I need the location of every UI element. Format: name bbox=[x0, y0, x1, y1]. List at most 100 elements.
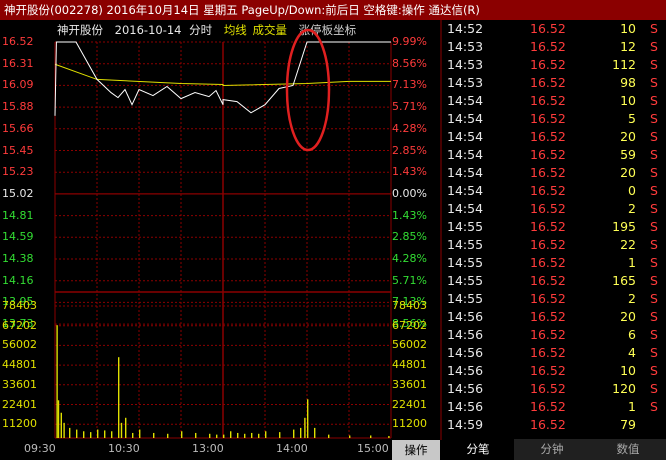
price-tick-label: 15.66 bbox=[2, 121, 34, 135]
trade-side: S bbox=[650, 255, 658, 270]
time-tick-label: 13:00 bbox=[192, 442, 224, 455]
percent-tick-label: 1.43% bbox=[392, 165, 427, 179]
trade-row[interactable]: 14:53 16.52 112 S bbox=[442, 56, 666, 74]
trade-volume: 20 bbox=[620, 309, 636, 324]
volume-bar bbox=[244, 433, 246, 438]
trade-row[interactable]: 14:54 16.52 5 S bbox=[442, 110, 666, 128]
trade-price: 16.52 bbox=[530, 165, 566, 180]
volume-bar bbox=[388, 435, 390, 438]
price-tick-label: 14.59 bbox=[2, 230, 34, 244]
trade-time: 14:55 bbox=[447, 237, 484, 252]
trade-time: 14:56 bbox=[447, 345, 484, 360]
percent-tick-label: 7.13% bbox=[392, 78, 427, 92]
trade-time: 14:55 bbox=[447, 273, 484, 288]
trade-time: 14:54 bbox=[447, 165, 484, 180]
trade-price: 16.52 bbox=[530, 345, 566, 360]
trade-row[interactable]: 14:55 16.52 22 S bbox=[442, 236, 666, 254]
trade-volume: 165 bbox=[612, 273, 636, 288]
trade-row[interactable]: 14:56 16.52 4 S bbox=[442, 344, 666, 362]
trade-volume: 10 bbox=[620, 363, 636, 378]
trade-row[interactable]: 14:54 16.52 59 S bbox=[442, 146, 666, 164]
trade-side: S bbox=[650, 93, 658, 108]
trade-row[interactable]: 14:56 16.52 120 S bbox=[442, 380, 666, 398]
volume-bar bbox=[69, 427, 71, 438]
volume-bar bbox=[314, 427, 316, 438]
trade-row[interactable]: 14:56 16.52 6 S bbox=[442, 326, 666, 344]
trade-price: 16.52 bbox=[530, 129, 566, 144]
tab-minute[interactable]: 分钟 bbox=[514, 439, 590, 460]
trade-row[interactable]: 14:59 16.52 79 bbox=[442, 416, 666, 434]
trade-volume: 20 bbox=[620, 165, 636, 180]
trade-side: S bbox=[650, 201, 658, 216]
trade-price: 16.52 bbox=[530, 327, 566, 342]
trade-time: 14:54 bbox=[447, 201, 484, 216]
trade-row[interactable]: 14:55 16.52 195 S bbox=[442, 218, 666, 236]
trade-volume: 4 bbox=[628, 345, 636, 360]
trade-row[interactable]: 14:53 16.52 12 S bbox=[442, 38, 666, 56]
trade-time: 14:53 bbox=[447, 75, 484, 90]
price-tick-label: 14.81 bbox=[2, 208, 34, 222]
trade-side: S bbox=[650, 129, 658, 144]
trade-side: S bbox=[650, 363, 658, 378]
trade-row[interactable]: 14:54 16.52 10 S bbox=[442, 92, 666, 110]
volume-bar bbox=[230, 431, 232, 438]
trade-row[interactable]: 14:55 16.52 165 S bbox=[442, 272, 666, 290]
trade-row[interactable]: 14:54 16.52 20 S bbox=[442, 128, 666, 146]
tab-values[interactable]: 数值 bbox=[590, 439, 666, 460]
trade-price: 16.52 bbox=[530, 201, 566, 216]
percent-tick-label: 0.00% bbox=[392, 186, 427, 200]
volume-bar bbox=[104, 430, 106, 438]
trade-row[interactable]: 14:52 16.52 10 S bbox=[442, 20, 666, 38]
trade-volume: 2 bbox=[628, 291, 636, 306]
volume-bar bbox=[209, 433, 211, 438]
trade-time: 14:56 bbox=[447, 381, 484, 396]
trade-side: S bbox=[650, 327, 658, 342]
volume-tick-label: 56002 bbox=[2, 338, 37, 352]
volume-bar bbox=[279, 432, 281, 438]
tick-trade-list[interactable]: 14:52 16.52 10 S 14:53 16.52 12 S 14:53 16.52 112 S… bbox=[442, 20, 666, 438]
price-tick-label: 16.31 bbox=[2, 56, 34, 70]
price-tick-label: 14.16 bbox=[2, 273, 34, 287]
volume-bar bbox=[139, 429, 141, 438]
operate-button[interactable]: 操作 bbox=[392, 440, 440, 460]
volume-bar bbox=[57, 400, 60, 438]
volume-bar bbox=[216, 434, 218, 438]
volume-bar bbox=[181, 431, 183, 438]
trade-row[interactable]: 14:54 16.52 2 S bbox=[442, 200, 666, 218]
trade-row[interactable]: 14:54 16.52 20 S bbox=[442, 164, 666, 182]
trade-row[interactable]: 14:55 16.52 2 S bbox=[442, 290, 666, 308]
trade-price: 16.52 bbox=[530, 21, 566, 36]
volume-tick-label: 56002 bbox=[392, 338, 427, 352]
trade-volume: 2 bbox=[628, 201, 636, 216]
trade-side: S bbox=[650, 21, 658, 36]
percent-tick-label: 1.43% bbox=[392, 208, 427, 222]
trade-volume: 120 bbox=[612, 381, 636, 396]
intraday-chart[interactable] bbox=[0, 0, 442, 440]
trade-row[interactable]: 14:56 16.52 10 S bbox=[442, 362, 666, 380]
percent-tick-label: 9.99% bbox=[392, 35, 427, 48]
price-tick-label: 16.52 bbox=[2, 35, 34, 48]
trade-side: S bbox=[650, 291, 658, 306]
volume-bar bbox=[328, 434, 330, 438]
tab-tick[interactable]: 分笔 bbox=[442, 439, 514, 460]
trade-volume: 6 bbox=[628, 327, 636, 342]
trade-volume: 98 bbox=[620, 75, 636, 90]
trade-row[interactable]: 14:56 16.52 1 S bbox=[442, 398, 666, 416]
trade-price: 16.52 bbox=[530, 183, 566, 198]
trade-side: S bbox=[650, 309, 658, 324]
volume-tick-label: 11200 bbox=[2, 417, 37, 431]
percent-tick-label: 4.28% bbox=[392, 121, 427, 135]
volume-bar bbox=[237, 432, 239, 438]
volume-tick-label: 67202 bbox=[392, 318, 427, 332]
trade-price: 16.52 bbox=[530, 57, 566, 72]
trade-row[interactable]: 14:54 16.52 0 S bbox=[442, 182, 666, 200]
time-tick-label: 09:30 bbox=[24, 442, 56, 455]
trade-row[interactable]: 14:55 16.52 1 S bbox=[442, 254, 666, 272]
trade-price: 16.52 bbox=[530, 309, 566, 324]
trade-volume: 1 bbox=[628, 255, 636, 270]
trade-side: S bbox=[650, 57, 658, 72]
trade-time: 14:59 bbox=[447, 417, 484, 432]
trade-row[interactable]: 14:56 16.52 20 S bbox=[442, 308, 666, 326]
trade-row[interactable]: 14:53 16.52 98 S bbox=[442, 74, 666, 92]
trade-side: S bbox=[650, 273, 658, 288]
